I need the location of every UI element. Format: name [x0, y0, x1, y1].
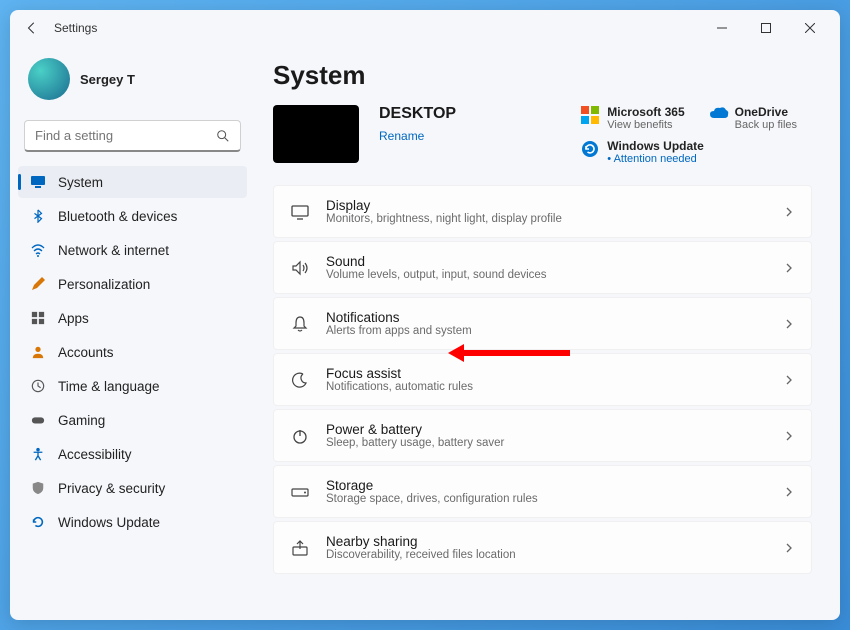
setting-focus-assist[interactable]: Focus assistNotifications, automatic rul…	[273, 353, 812, 406]
sidebar-item-personalization[interactable]: Personalization	[18, 268, 247, 300]
sidebar-item-privacy[interactable]: Privacy & security	[18, 472, 247, 504]
chevron-right-icon	[783, 206, 795, 218]
chevron-right-icon	[783, 318, 795, 330]
promo-microsoft365[interactable]: Microsoft 365View benefits	[581, 105, 684, 131]
sidebar-item-label: Network & internet	[58, 243, 169, 258]
accessibility-icon	[30, 446, 46, 462]
setting-notifications[interactable]: NotificationsAlerts from apps and system	[273, 297, 812, 350]
rename-link[interactable]: Rename	[379, 129, 456, 143]
minimize-button[interactable]	[700, 13, 744, 43]
close-button[interactable]	[788, 13, 832, 43]
system-icon	[30, 174, 46, 190]
search-box[interactable]	[24, 120, 241, 152]
sidebar-item-accessibility[interactable]: Accessibility	[18, 438, 247, 470]
system-header: DESKTOP Rename Microsoft 365View benefit…	[273, 105, 812, 165]
sidebar-item-time[interactable]: Time & language	[18, 370, 247, 402]
gamepad-icon	[30, 412, 46, 428]
sidebar-item-system[interactable]: System	[18, 166, 247, 198]
setting-sound[interactable]: SoundVolume levels, output, input, sound…	[273, 241, 812, 294]
person-icon	[30, 344, 46, 360]
moon-icon	[290, 370, 310, 390]
window-controls	[700, 13, 832, 43]
device-name: DESKTOP	[379, 105, 456, 123]
search-icon	[216, 129, 230, 143]
chevron-right-icon	[783, 486, 795, 498]
clock-icon	[30, 378, 46, 394]
titlebar: Settings	[10, 10, 840, 46]
sidebar-item-label: Windows Update	[58, 515, 160, 530]
chevron-right-icon	[783, 374, 795, 386]
chevron-right-icon	[783, 430, 795, 442]
maximize-button[interactable]	[744, 13, 788, 43]
shield-icon	[30, 480, 46, 496]
onedrive-icon	[709, 106, 727, 124]
sidebar-item-accounts[interactable]: Accounts	[18, 336, 247, 368]
sidebar-item-label: System	[58, 175, 103, 190]
sidebar-item-label: Accessibility	[58, 447, 132, 462]
sidebar-item-label: Accounts	[58, 345, 114, 360]
device-thumbnail	[273, 105, 359, 163]
chevron-right-icon	[783, 262, 795, 274]
sidebar-item-network[interactable]: Network & internet	[18, 234, 247, 266]
window-title: Settings	[54, 21, 97, 35]
sidebar-item-gaming[interactable]: Gaming	[18, 404, 247, 436]
settings-window: Settings Sergey T System Bluetooth & d	[10, 10, 840, 620]
sidebar-item-windows-update[interactable]: Windows Update	[18, 506, 247, 538]
storage-icon	[290, 482, 310, 502]
bell-icon	[290, 314, 310, 334]
sidebar-item-label: Apps	[58, 311, 89, 326]
setting-nearby-sharing[interactable]: Nearby sharingDiscoverability, received …	[273, 521, 812, 574]
sidebar-item-apps[interactable]: Apps	[18, 302, 247, 334]
sidebar-item-label: Bluetooth & devices	[58, 209, 177, 224]
bluetooth-icon	[30, 208, 46, 224]
setting-power[interactable]: Power & batterySleep, battery usage, bat…	[273, 409, 812, 462]
sound-icon	[290, 258, 310, 278]
sidebar-item-label: Personalization	[58, 277, 150, 292]
sidebar-item-label: Gaming	[58, 413, 105, 428]
setting-storage[interactable]: StorageStorage space, drives, configurat…	[273, 465, 812, 518]
chevron-right-icon	[783, 542, 795, 554]
update-circle-icon	[581, 140, 599, 158]
profile[interactable]: Sergey T	[18, 50, 247, 108]
display-icon	[290, 202, 310, 222]
promo-onedrive[interactable]: OneDriveBack up files	[709, 105, 812, 131]
back-button[interactable]	[18, 14, 46, 42]
sidebar: Sergey T System Bluetooth & devices Netw…	[10, 46, 255, 620]
avatar	[28, 58, 70, 100]
profile-name: Sergey T	[80, 72, 135, 87]
setting-display[interactable]: DisplayMonitors, brightness, night light…	[273, 185, 812, 238]
sidebar-item-label: Privacy & security	[58, 481, 165, 496]
sidebar-item-label: Time & language	[58, 379, 160, 394]
main-content: System DESKTOP Rename Microsoft 365View …	[255, 46, 840, 620]
settings-list: DisplayMonitors, brightness, night light…	[273, 185, 812, 574]
apps-icon	[30, 310, 46, 326]
paintbrush-icon	[30, 276, 46, 292]
page-title: System	[273, 60, 812, 91]
update-icon	[30, 514, 46, 530]
microsoft365-icon	[581, 106, 599, 124]
promo-windows-update[interactable]: Windows Update• Attention needed	[581, 139, 812, 165]
share-icon	[290, 538, 310, 558]
wifi-icon	[30, 242, 46, 258]
search-input[interactable]	[35, 128, 216, 143]
power-icon	[290, 426, 310, 446]
sidebar-item-bluetooth[interactable]: Bluetooth & devices	[18, 200, 247, 232]
